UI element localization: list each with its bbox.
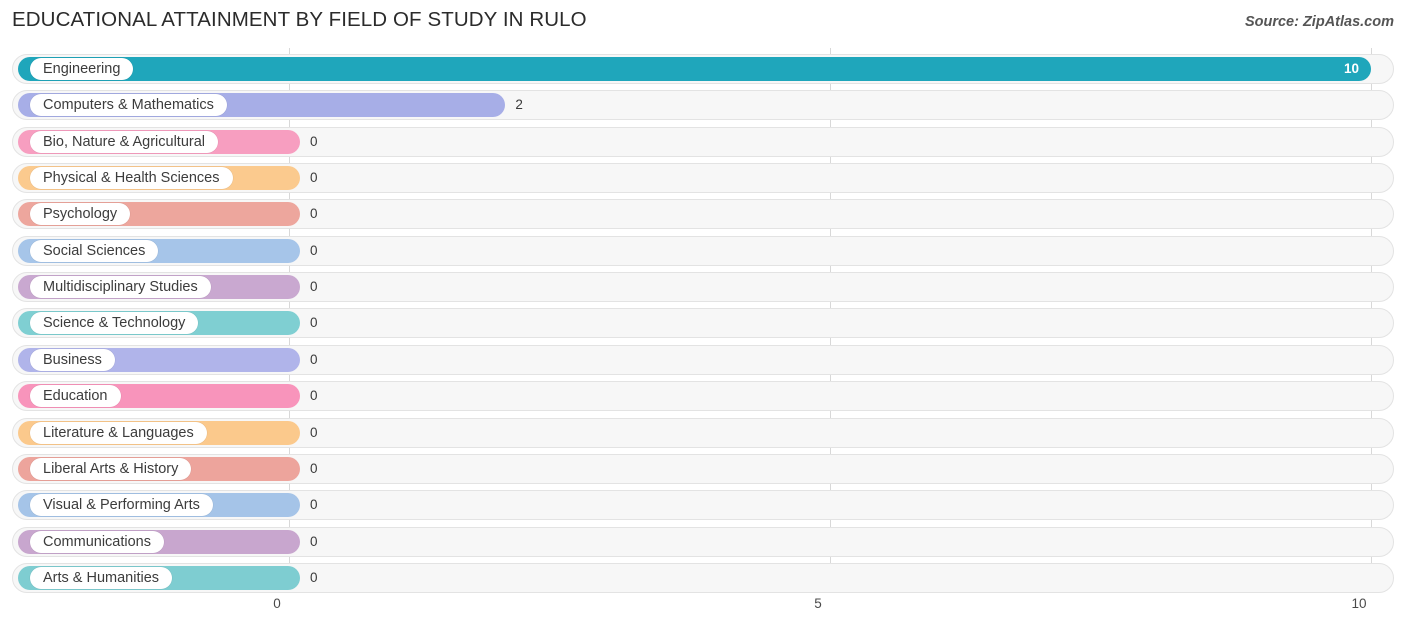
category-label: Education: [30, 385, 121, 408]
category-label: Communications: [30, 530, 164, 553]
bar-row[interactable]: 0 Social Sciences: [12, 235, 1394, 266]
bar-row[interactable]: 0 Literature & Languages: [12, 417, 1394, 448]
bar-row[interactable]: 0 Business: [12, 344, 1394, 375]
bar-value-label: 0: [310, 460, 318, 476]
bar-row[interactable]: 0 Multidisciplinary Studies: [12, 272, 1394, 303]
bar-value-label: 0: [310, 569, 318, 585]
bar-value-label: 0: [310, 315, 318, 331]
category-label: Physical & Health Sciences: [30, 167, 233, 190]
bar-value-label: 0: [310, 388, 318, 404]
category-label: Visual & Performing Arts: [30, 494, 213, 517]
bar-value-label: 10: [1343, 61, 1359, 76]
x-axis: 0 5 10: [0, 593, 1406, 631]
category-label: Computers & Mathematics: [30, 94, 227, 117]
bar-row[interactable]: 0 Psychology: [12, 199, 1394, 230]
bar-row[interactable]: 0 Science & Technology: [12, 308, 1394, 339]
bar-value-label: 0: [310, 424, 318, 440]
bar-row[interactable]: 0 Liberal Arts & History: [12, 453, 1394, 484]
category-label: Arts & Humanities: [30, 566, 173, 589]
bar-value-label: 0: [310, 242, 318, 258]
chart-page: EDUCATIONAL ATTAINMENT BY FIELD OF STUDY…: [0, 0, 1406, 631]
x-tick-label: 0: [273, 596, 281, 611]
bar-row[interactable]: 10 Engineering: [12, 54, 1394, 84]
category-label: Multidisciplinary Studies: [30, 276, 211, 299]
category-label: Engineering: [30, 58, 134, 80]
bar-value-label: 0: [310, 279, 318, 295]
bar-row[interactable]: 0 Education: [12, 381, 1394, 412]
category-label: Liberal Arts & History: [30, 457, 192, 480]
bar-row[interactable]: 0 Bio, Nature & Agricultural: [12, 126, 1394, 157]
bar-value-label: 0: [310, 351, 318, 367]
bar-row[interactable]: 0 Arts & Humanities: [12, 562, 1394, 593]
bar-row[interactable]: 2 Computers & Mathematics: [12, 90, 1394, 121]
bar-value-label: 0: [310, 133, 318, 149]
bar-value-label: 0: [310, 170, 318, 186]
bar-value-label: 0: [310, 497, 318, 513]
category-label: Bio, Nature & Agricultural: [30, 130, 218, 153]
category-label: Literature & Languages: [30, 421, 207, 444]
page-title: EDUCATIONAL ATTAINMENT BY FIELD OF STUDY…: [12, 8, 587, 31]
bar-row[interactable]: 0 Physical & Health Sciences: [12, 163, 1394, 194]
bar-value-label: 0: [310, 206, 318, 222]
category-label: Science & Technology: [30, 312, 199, 335]
bar-value-label: 0: [310, 533, 318, 549]
bar-value-label: 2: [515, 97, 523, 113]
category-label: Business: [30, 348, 115, 371]
chart-plot-area: 10 Engineering 2 Computers & Mathematics 0 Bi…: [0, 48, 1406, 593]
bar-rows: 10 Engineering 2 Computers & Mathematics 0 Bi…: [0, 48, 1406, 593]
x-tick-label: 5: [814, 596, 822, 611]
bar-row[interactable]: 0 Visual & Performing Arts: [12, 490, 1394, 521]
x-tick-label: 10: [1351, 596, 1367, 611]
source-attribution: Source: ZipAtlas.com: [1244, 14, 1394, 30]
bar[interactable]: 10: [18, 57, 1371, 81]
bar-row[interactable]: 0 Communications: [12, 526, 1394, 557]
category-label: Social Sciences: [30, 239, 159, 262]
category-label: Psychology: [30, 203, 131, 226]
